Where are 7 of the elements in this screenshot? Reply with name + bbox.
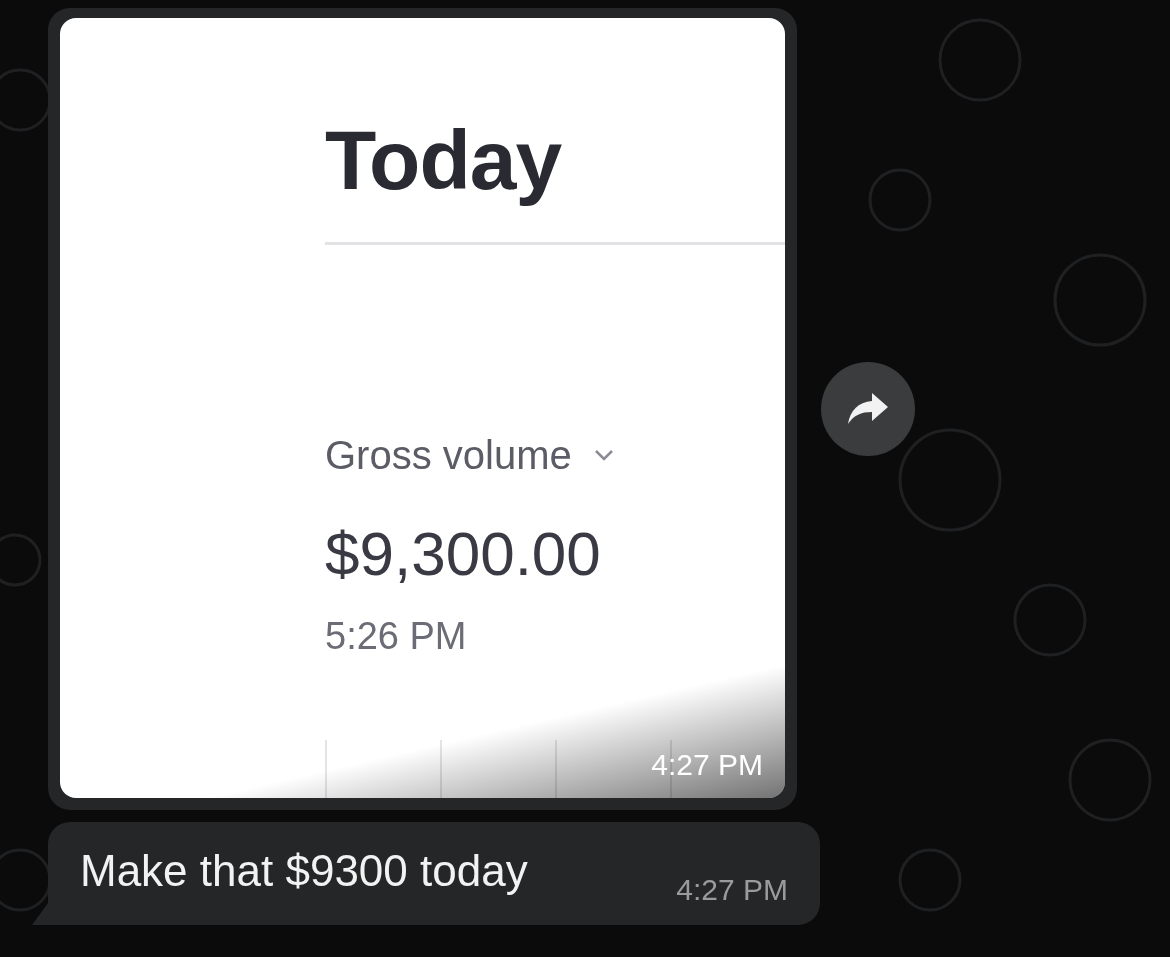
metric-label: Gross volume: [325, 435, 572, 475]
message-text: Make that $9300 today: [80, 849, 528, 893]
message-time: 4:27 PM: [651, 750, 763, 780]
metric-time: 5:26 PM: [325, 617, 468, 655]
chevron-down-icon[interactable]: [593, 449, 614, 461]
metric-value: $9,300.00: [325, 523, 602, 585]
message-time: 4:27 PM: [676, 875, 788, 905]
